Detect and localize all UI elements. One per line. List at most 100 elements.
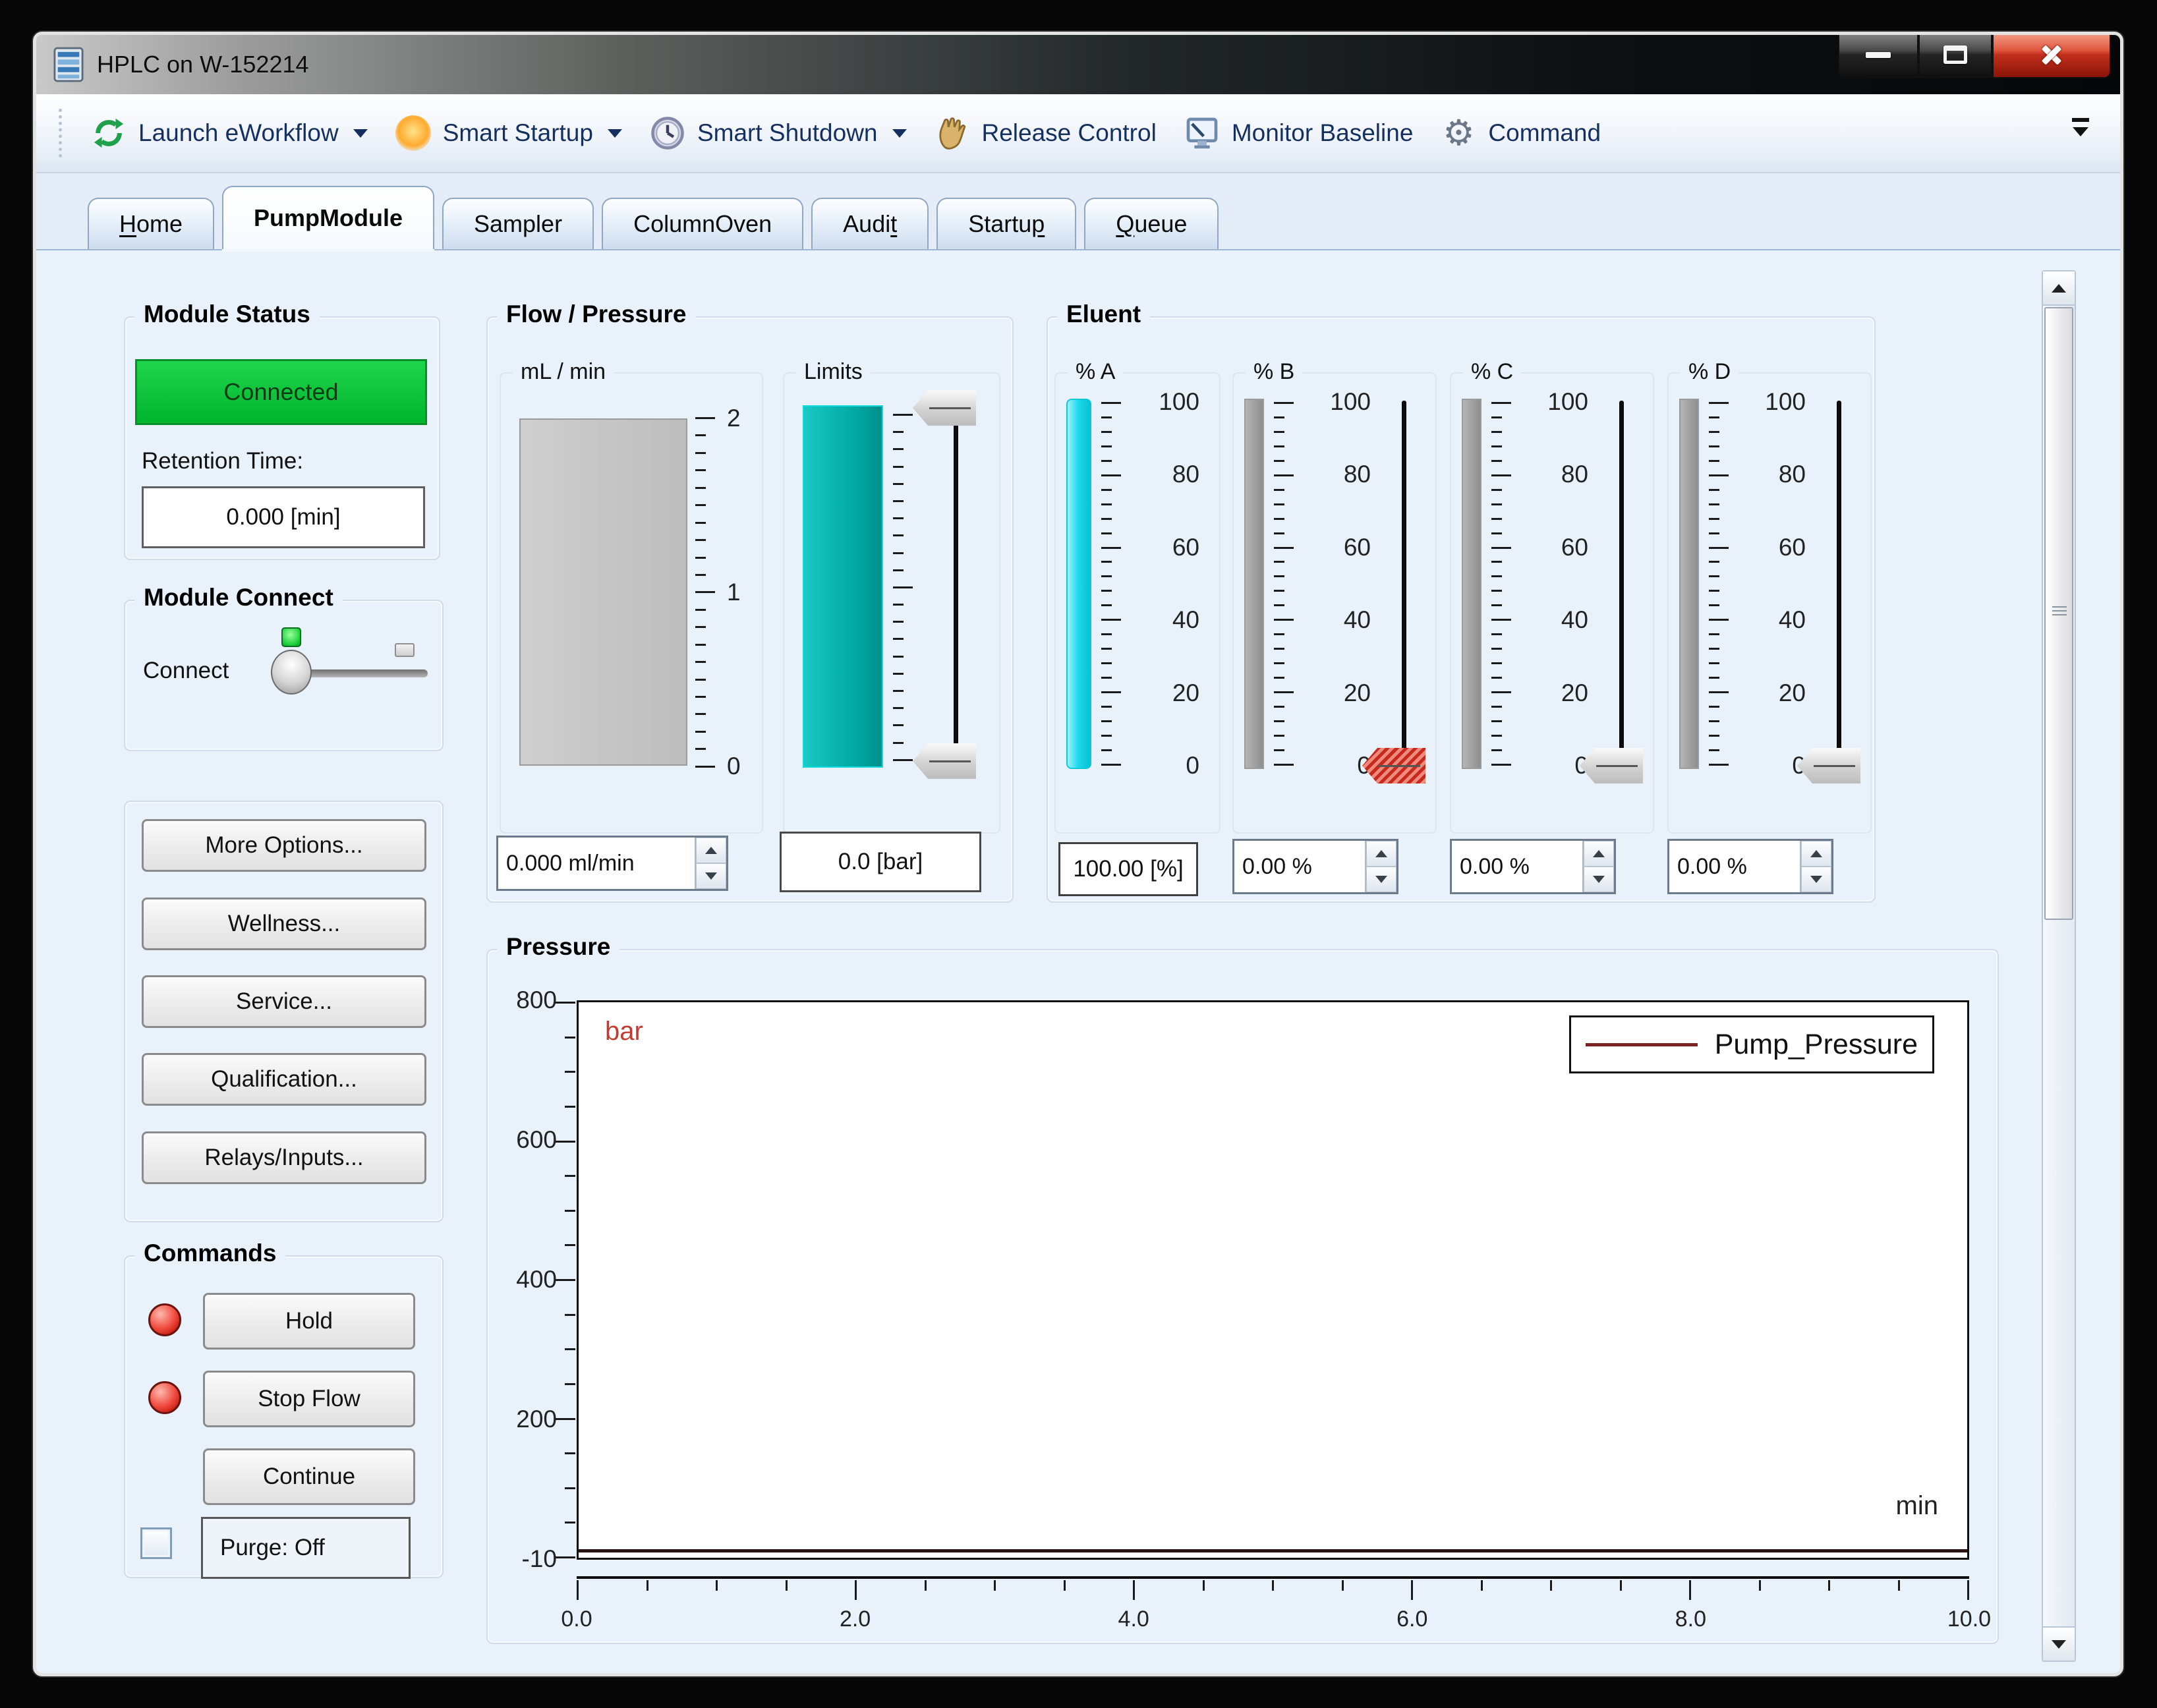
tab-sampler[interactable]: Sampler (442, 198, 594, 249)
spin-down-button[interactable] (1366, 867, 1396, 892)
wellness-button[interactable]: Wellness... (142, 897, 426, 950)
tick-mark (1101, 547, 1121, 549)
smart-startup-button[interactable]: Smart Startup (381, 101, 635, 165)
tick-mark (1101, 633, 1112, 635)
tab-columnoven[interactable]: ColumnOven (602, 198, 803, 249)
eluent-d-input[interactable]: 0.00 % (1669, 841, 1800, 892)
tab-queue[interactable]: Queue (1084, 198, 1219, 249)
purge-checkbox[interactable] (140, 1527, 172, 1559)
tick-label: 40 (1561, 607, 1588, 633)
tab-strip: HomePumpModuleSamplerColumnOvenAuditStar… (36, 173, 2120, 249)
tick-mark (1274, 445, 1284, 447)
tick-mark (695, 661, 706, 663)
eluent-c-slider-track[interactable] (1619, 401, 1624, 756)
eluent-d-slider-track[interactable] (1837, 401, 1841, 756)
eluent-b-slider-track[interactable] (1402, 401, 1406, 756)
connect-slider-knob[interactable] (271, 650, 312, 695)
smart-shutdown-button[interactable]: Smart Shutdown (635, 101, 920, 165)
eluent-c-input[interactable]: 0.00 % (1452, 841, 1582, 892)
eluent-c-spinbox: 0.00 % (1450, 839, 1616, 894)
chevron-down-icon (2073, 127, 2088, 136)
tick-mark (556, 1141, 575, 1143)
tick-label: 0.0 (547, 1607, 606, 1632)
tick-mark (1491, 445, 1502, 447)
continue-button[interactable]: Continue (203, 1448, 415, 1505)
tick-mark (893, 466, 904, 468)
tick-mark (1101, 431, 1112, 433)
eluent-b-input[interactable]: 0.00 % (1234, 841, 1365, 892)
tick-mark (565, 1383, 575, 1385)
tick-mark (1101, 561, 1112, 563)
pressure-y-axis-ticks (556, 1002, 575, 1558)
command-button[interactable]: ⚙ Command (1426, 101, 1614, 165)
commands-header: Commands (134, 1239, 285, 1267)
tab-home[interactable]: Home (88, 198, 214, 249)
tick-label: 80 (1344, 461, 1371, 488)
tick-mark (1491, 532, 1502, 534)
legend-line-sample (1586, 1043, 1698, 1046)
eluent-b-scale: 100806040200 (1305, 389, 1371, 779)
tick-label: 40 (1779, 607, 1806, 633)
launch-eworkflow-button[interactable]: Launch eWorkflow (76, 101, 381, 165)
toolbar-item-label: Command (1488, 119, 1601, 147)
flow-gauge-ticks (695, 417, 715, 768)
release-control-button[interactable]: Release Control (920, 101, 1170, 165)
tick-mark (1491, 662, 1502, 664)
title-bar[interactable]: HPLC on W-152214 (36, 35, 2120, 94)
tick-label: 0 (727, 753, 741, 780)
tick-mark (1709, 691, 1729, 693)
tick-mark (1274, 648, 1284, 650)
tick-mark (695, 434, 706, 436)
scrollbar-thumb[interactable] (2044, 307, 2073, 920)
tick-mark (893, 534, 904, 536)
spin-down-button[interactable] (696, 863, 726, 889)
spin-up-button[interactable] (1584, 841, 1614, 867)
spin-up-button[interactable] (1801, 841, 1831, 867)
tick-mark (577, 1580, 579, 1600)
close-button[interactable] (1992, 32, 2111, 78)
tick-mark (1491, 633, 1502, 635)
flow-setpoint-input[interactable]: 0.000 ml/min (498, 838, 695, 889)
tick-mark (1274, 503, 1284, 505)
scroll-down-button[interactable] (2043, 1626, 2075, 1661)
toolbar-item-label: Launch eWorkflow (138, 119, 339, 147)
tick-mark (1491, 749, 1502, 751)
spin-down-button[interactable] (1801, 867, 1831, 892)
tick-mark (695, 557, 706, 559)
eluent-a-value: 100.00 [%] (1058, 842, 1198, 896)
service-button[interactable]: Service... (142, 975, 426, 1028)
tick-label: 10.0 (1940, 1607, 1999, 1632)
purge-status-field[interactable]: Purge: Off (201, 1517, 411, 1579)
scroll-up-button[interactable] (2043, 271, 2075, 306)
minimize-button[interactable] (1838, 32, 1918, 78)
tick-label: 60 (1561, 534, 1588, 561)
chevron-down-icon (608, 129, 622, 138)
tab-startup[interactable]: Startup (936, 198, 1076, 249)
pressure-y-unit: bar (605, 1017, 643, 1046)
hold-led (148, 1303, 181, 1336)
limits-label: Limits (796, 359, 871, 385)
limits-slider-track[interactable] (954, 415, 958, 761)
qualification-button[interactable]: Qualification... (142, 1053, 426, 1106)
sun-icon (394, 114, 432, 152)
tick-label: 80 (1172, 461, 1199, 488)
more-options-button[interactable]: More Options... (142, 819, 426, 872)
monitor-baseline-button[interactable]: Monitor Baseline (1170, 101, 1427, 165)
tick-mark (1481, 1580, 1483, 1591)
tick-mark (1274, 474, 1294, 476)
tick-label: 100 (1547, 389, 1588, 415)
toolbar-overflow-button[interactable] (2067, 111, 2094, 151)
tab-audit[interactable]: Audit (811, 198, 929, 249)
spin-up-button[interactable] (696, 838, 726, 863)
spin-up-button[interactable] (1366, 841, 1396, 867)
spin-down-button[interactable] (1584, 867, 1614, 892)
maximize-button[interactable] (1918, 32, 1992, 78)
vertical-scrollbar[interactable] (2042, 270, 2076, 1662)
relays-inputs-button[interactable]: Relays/Inputs... (142, 1131, 426, 1184)
hold-button[interactable]: Hold (203, 1293, 415, 1350)
tick-mark (893, 552, 904, 554)
stop-flow-button[interactable]: Stop Flow (203, 1371, 415, 1427)
tick-mark (1274, 735, 1284, 737)
eluent-b-bar (1244, 399, 1264, 769)
tab-pumpmodule[interactable]: PumpModule (222, 186, 434, 249)
